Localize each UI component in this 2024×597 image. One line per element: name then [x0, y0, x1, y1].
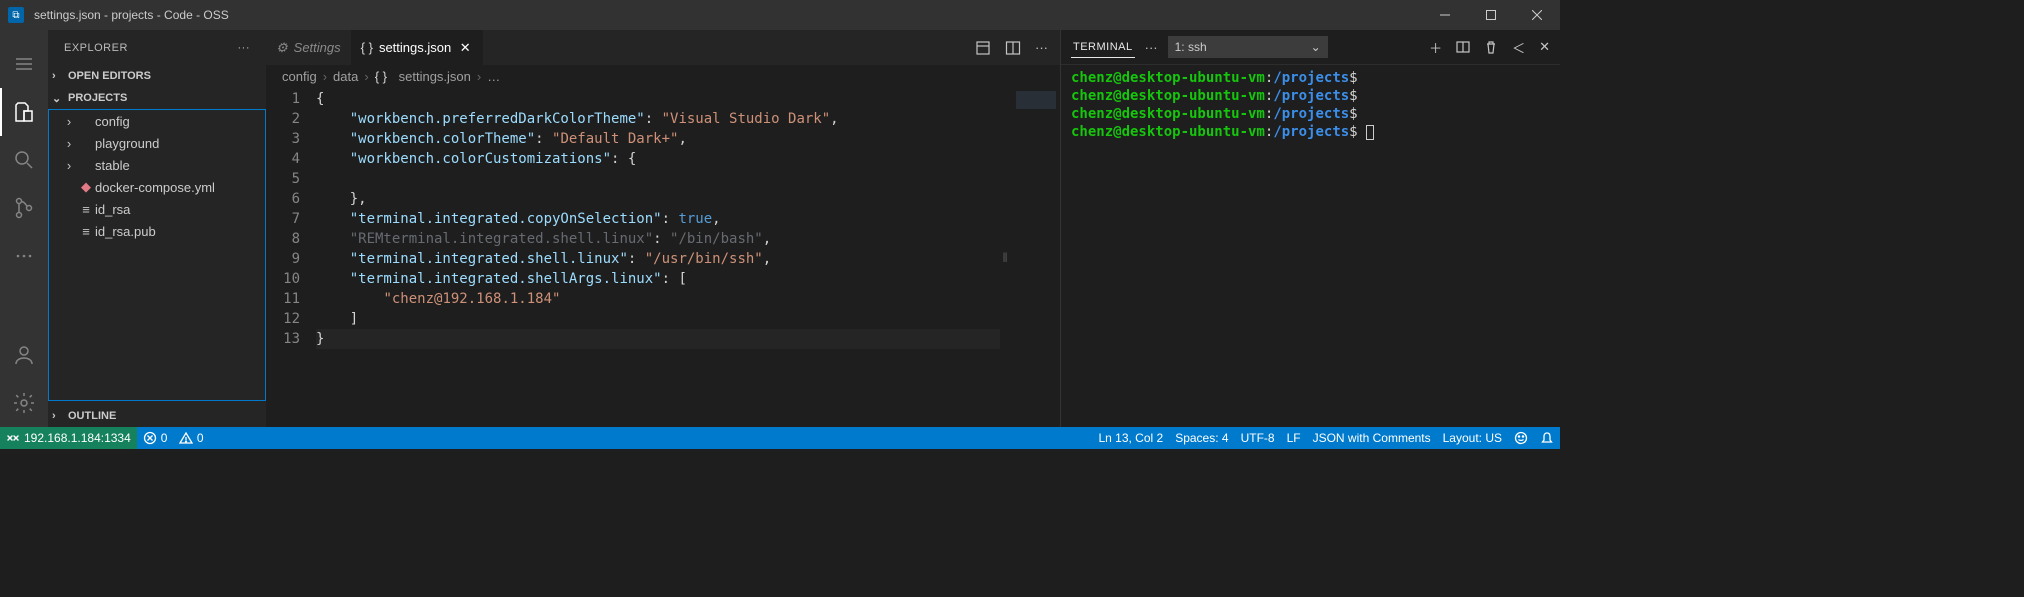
terminal-tab[interactable]: TERMINAL: [1071, 37, 1135, 58]
terminal-panel: TERMINAL ··· 1: ssh ＋ ＜ ✕ chenz@desktop-…: [1060, 30, 1560, 427]
more-icon[interactable]: [0, 232, 48, 280]
maximize-button[interactable]: [1468, 0, 1514, 30]
feedback-icon[interactable]: [1508, 427, 1534, 449]
sidebar-more-icon[interactable]: ···: [238, 42, 251, 54]
app-icon: ⧉: [8, 7, 24, 23]
outline-section[interactable]: › OUTLINE: [48, 405, 266, 427]
terminal-more-icon[interactable]: ···: [1145, 40, 1158, 55]
status-bar: 192.168.1.184:1334 0 0 Ln 13, Col 2 Spac…: [0, 427, 1560, 449]
tree-item-id-rsa[interactable]: ≡id_rsa: [49, 198, 265, 220]
kill-terminal-icon[interactable]: [1484, 38, 1498, 57]
keyboard-layout[interactable]: Layout: US: [1437, 427, 1508, 449]
tree-item-stable[interactable]: ›stable: [49, 154, 265, 176]
file-tree: ›config›playground›stable◆docker-compose…: [48, 109, 266, 401]
tab-close-icon[interactable]: ✕: [457, 40, 473, 56]
code-editor[interactable]: { "workbench.preferredDarkColorTheme": "…: [316, 87, 1000, 427]
encoding-button[interactable]: UTF-8: [1235, 427, 1281, 449]
titlebar: ⧉ settings.json - projects - Code - OSS: [0, 0, 1560, 30]
tree-item-playground[interactable]: ›playground: [49, 132, 265, 154]
minimize-button[interactable]: [1422, 0, 1468, 30]
project-section[interactable]: ⌄ PROJECTS: [48, 87, 266, 109]
editor-more-icon[interactable]: ···: [1035, 40, 1048, 55]
terminal-body[interactable]: chenz@desktop-ubuntu-vm:/projects$chenz@…: [1061, 65, 1560, 427]
language-mode-button[interactable]: JSON with Comments: [1307, 427, 1437, 449]
close-panel-icon[interactable]: ✕: [1539, 38, 1550, 57]
activity-bar: [0, 30, 48, 427]
source-control-icon[interactable]: [0, 184, 48, 232]
split-editor-icon[interactable]: [1005, 40, 1021, 56]
terminal-select[interactable]: 1: ssh: [1168, 36, 1328, 58]
menu-icon[interactable]: [0, 40, 48, 88]
close-button[interactable]: [1514, 0, 1560, 30]
problems-button[interactable]: 0 0: [137, 427, 210, 449]
line-gutter: 12345678910111213: [266, 87, 316, 427]
explorer-sidebar: EXPLORER ··· › OPEN EDITORS ⌄ PROJECTS ›…: [48, 30, 266, 427]
tree-item-docker-compose-yml[interactable]: ◆docker-compose.yml: [49, 176, 265, 198]
account-icon[interactable]: [0, 331, 48, 379]
sidebar-title: EXPLORER: [64, 42, 128, 54]
tree-item-config[interactable]: ›config: [49, 110, 265, 132]
tab-settings-json[interactable]: { } settings.json ✕: [351, 30, 484, 65]
tab-bar: ⚙ Settings { } settings.json ✕ ···: [266, 30, 1060, 65]
open-preview-icon[interactable]: [975, 40, 991, 56]
json-icon: { }: [361, 40, 373, 55]
tree-item-id-rsa-pub[interactable]: ≡id_rsa.pub: [49, 220, 265, 242]
gear-icon[interactable]: [0, 379, 48, 427]
breadcrumbs[interactable]: config› data› { } settings.json› …: [266, 65, 1060, 87]
indentation-button[interactable]: Spaces: 4: [1169, 427, 1234, 449]
open-editors-section[interactable]: › OPEN EDITORS: [48, 65, 266, 87]
window-title: settings.json - projects - Code - OSS: [34, 8, 1422, 22]
new-terminal-icon[interactable]: ＋: [1429, 38, 1442, 57]
settings-icon: ⚙: [276, 40, 288, 56]
explorer-icon[interactable]: [0, 88, 48, 136]
cursor-position[interactable]: Ln 13, Col 2: [1092, 427, 1169, 449]
tab-settings-ui[interactable]: ⚙ Settings: [266, 30, 351, 65]
search-icon[interactable]: [0, 136, 48, 184]
editor-area: ⚙ Settings { } settings.json ✕ ··· confi…: [266, 30, 1060, 427]
maximize-panel-icon[interactable]: ＜: [1512, 38, 1525, 57]
split-terminal-icon[interactable]: [1456, 38, 1470, 57]
notifications-icon[interactable]: [1534, 427, 1560, 449]
remote-host-button[interactable]: 192.168.1.184:1334: [0, 427, 137, 449]
minimap[interactable]: [1010, 87, 1060, 427]
eol-button[interactable]: LF: [1281, 427, 1307, 449]
editor-sash[interactable]: ‖: [1000, 87, 1010, 427]
